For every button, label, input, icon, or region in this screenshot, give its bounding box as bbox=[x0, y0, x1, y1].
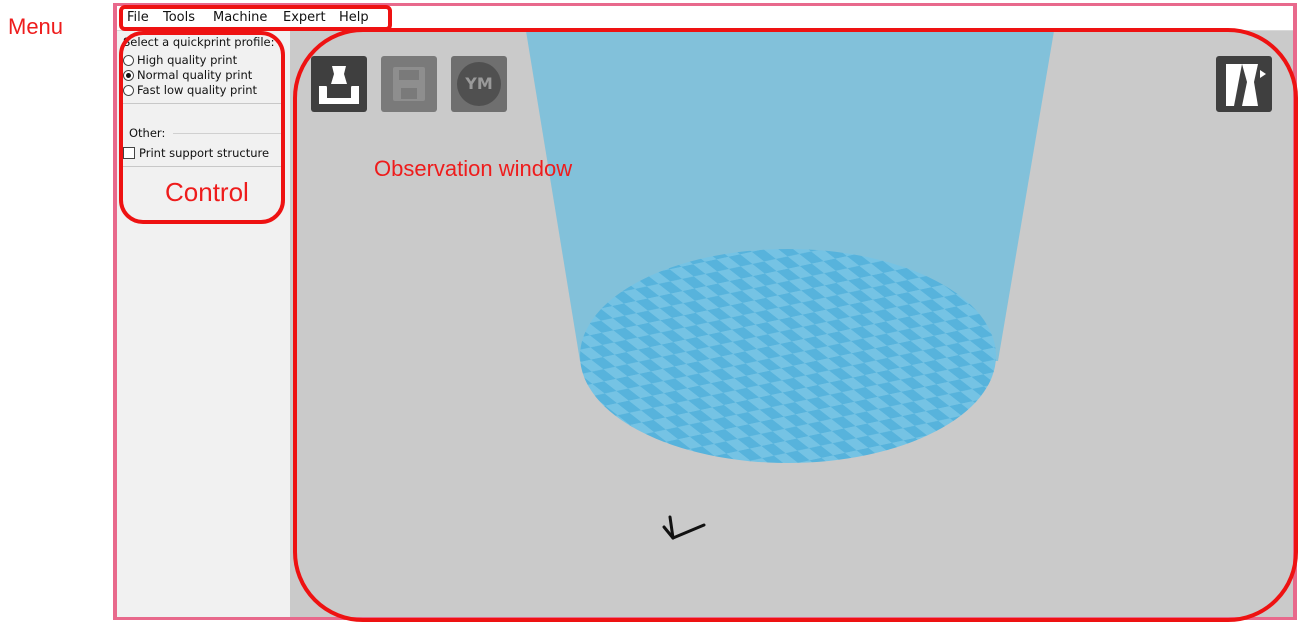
profile-normal-quality-label: Normal quality print bbox=[137, 68, 253, 82]
menu-annotation-label: Menu bbox=[8, 14, 64, 39]
app-window: File Tools Machine Expert Help Select a … bbox=[113, 3, 1297, 620]
menu-file[interactable]: File bbox=[127, 10, 149, 25]
axis-indicator-icon bbox=[662, 515, 706, 540]
print-support-label: Print support structure bbox=[139, 146, 270, 160]
build-platform bbox=[580, 249, 996, 463]
ym-button[interactable]: YM bbox=[451, 56, 507, 112]
view-mode-button[interactable] bbox=[1216, 56, 1272, 112]
radio-normal-quality[interactable] bbox=[123, 69, 134, 81]
radio-fast-low-quality[interactable] bbox=[123, 84, 134, 96]
load-model-icon bbox=[319, 66, 359, 104]
radio-high-quality[interactable] bbox=[123, 54, 134, 66]
other-section-divider bbox=[173, 133, 283, 134]
menu-tools[interactable]: Tools bbox=[163, 10, 195, 25]
profile-normal-quality[interactable]: Normal quality print bbox=[123, 68, 252, 82]
observation-annotation-label: Observation window bbox=[374, 156, 573, 181]
3d-scene bbox=[526, 31, 1054, 540]
profile-fast-low-quality[interactable]: Fast low quality print bbox=[123, 83, 257, 97]
panel-divider-bottom bbox=[123, 166, 283, 167]
save-button[interactable] bbox=[381, 56, 437, 112]
print-support-checkbox[interactable] bbox=[123, 147, 135, 159]
save-icon bbox=[393, 67, 425, 101]
load-model-button[interactable] bbox=[311, 56, 367, 112]
panel-divider bbox=[123, 103, 283, 104]
menu-help[interactable]: Help bbox=[339, 10, 369, 25]
ym-label: YM bbox=[457, 62, 501, 106]
other-section-label: Other: bbox=[129, 126, 166, 140]
profile-high-quality-label: High quality print bbox=[137, 53, 238, 67]
app-window-content: File Tools Machine Expert Help Select a … bbox=[117, 6, 1293, 617]
quickprint-profile-title: Select a quickprint profile: bbox=[123, 35, 275, 49]
profile-high-quality[interactable]: High quality print bbox=[123, 53, 237, 67]
control-panel: Select a quickprint profile: High qualit… bbox=[117, 31, 290, 617]
observation-viewport[interactable]: YM bbox=[290, 31, 1293, 617]
view-mode-icon bbox=[1226, 64, 1266, 106]
print-support-option[interactable]: Print support structure bbox=[123, 146, 269, 160]
menu-bar: File Tools Machine Expert Help bbox=[117, 6, 1293, 31]
control-annotation-label: Control bbox=[165, 177, 249, 207]
menu-machine[interactable]: Machine bbox=[213, 10, 267, 25]
menu-expert[interactable]: Expert bbox=[283, 10, 326, 25]
profile-fast-low-quality-label: Fast low quality print bbox=[137, 83, 258, 97]
